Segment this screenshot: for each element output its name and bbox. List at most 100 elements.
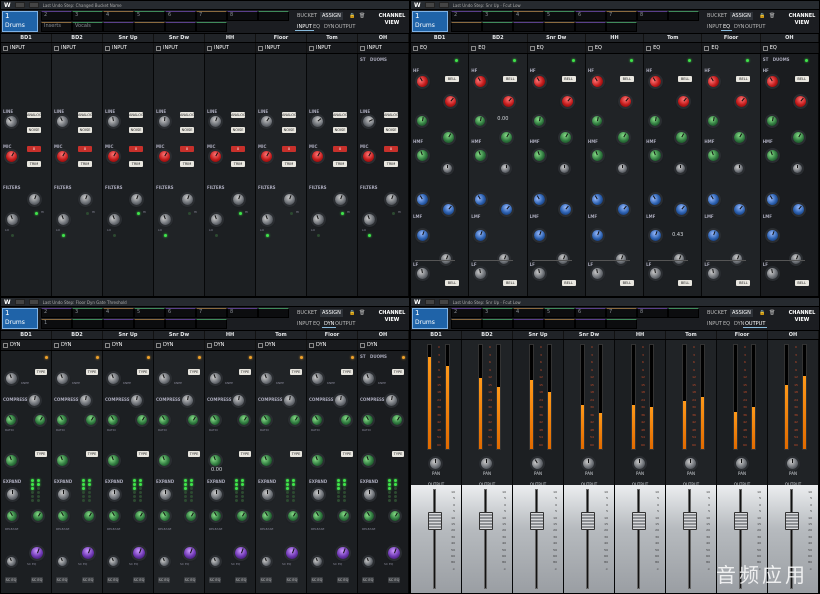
sc-eq-button[interactable]: SC EQ bbox=[388, 577, 400, 583]
sc-eq-button[interactable]: SC EQ bbox=[82, 577, 94, 583]
hmf-freq-knob[interactable] bbox=[473, 148, 488, 163]
hf-bell-button[interactable]: BELL bbox=[445, 76, 459, 82]
mode-duo[interactable]: DUO bbox=[370, 57, 380, 62]
bucket-slot[interactable]: 3 bbox=[482, 308, 513, 318]
lmf-freq-knob[interactable] bbox=[589, 191, 605, 208]
hmf-gain-knob[interactable] bbox=[732, 129, 748, 146]
exp-attack-knob[interactable] bbox=[56, 509, 70, 523]
lf-freq-knob[interactable] bbox=[590, 267, 604, 280]
noise-button[interactable]: NOISE bbox=[384, 127, 398, 133]
lf-bell-button[interactable]: BELL bbox=[619, 280, 634, 286]
bucket-slot[interactable]: 8 bbox=[227, 11, 258, 21]
exp-attack-knob[interactable] bbox=[5, 509, 19, 523]
channel-name[interactable]: BD1 bbox=[1, 34, 52, 42]
hmf-q2-knob[interactable] bbox=[734, 164, 744, 173]
undo-button[interactable] bbox=[424, 2, 435, 8]
exp-type-button[interactable]: TYPE bbox=[188, 451, 200, 457]
sc-freq-knob[interactable] bbox=[182, 545, 198, 561]
mode-st[interactable]: ST bbox=[763, 57, 769, 62]
sc-eq-button[interactable]: SC EQ bbox=[133, 577, 145, 583]
channel-name[interactable]: HH bbox=[205, 34, 256, 42]
hmf-q-knob[interactable] bbox=[591, 115, 603, 127]
comp-threshold-knob[interactable] bbox=[208, 371, 223, 386]
comp-threshold-knob[interactable] bbox=[4, 371, 19, 386]
line-gain-knob[interactable] bbox=[309, 113, 326, 130]
lf-gain-knob[interactable] bbox=[556, 252, 569, 266]
noise-button[interactable]: NOISE bbox=[180, 127, 194, 133]
bucket-slot[interactable]: 5 bbox=[134, 11, 165, 21]
lmf-freq-knob[interactable] bbox=[473, 191, 489, 208]
exp-threshold-knob[interactable] bbox=[4, 453, 19, 468]
trash-icon[interactable]: 🗑 bbox=[357, 309, 367, 317]
exp-attack-knob[interactable] bbox=[107, 509, 121, 523]
power-icon[interactable] bbox=[587, 45, 593, 51]
exp-attack-knob[interactable] bbox=[209, 509, 223, 523]
sc-freq-knob[interactable] bbox=[29, 545, 45, 561]
bucket-slot[interactable] bbox=[575, 21, 606, 32]
lf-freq-knob[interactable] bbox=[707, 267, 721, 280]
lmf-gain-knob[interactable] bbox=[732, 201, 748, 218]
hmf-gain-knob[interactable] bbox=[499, 129, 515, 146]
channel-name[interactable]: BD2 bbox=[462, 331, 513, 339]
hf-bell-button[interactable]: BELL bbox=[561, 76, 576, 82]
module-tab-eq[interactable]: EQ bbox=[721, 320, 732, 328]
hmf-freq-knob[interactable] bbox=[706, 148, 721, 163]
analog-button[interactable]: ANALOG bbox=[129, 112, 143, 118]
comp-release-knob[interactable] bbox=[135, 413, 149, 427]
exp-release-knob[interactable] bbox=[388, 509, 402, 523]
bucket-slot[interactable] bbox=[482, 318, 513, 329]
bucket-slot[interactable] bbox=[103, 21, 134, 32]
mic-gain-knob[interactable] bbox=[54, 148, 71, 165]
trim-button[interactable]: TRIM bbox=[384, 161, 398, 167]
channel-name[interactable]: Snr Dw bbox=[564, 331, 615, 339]
mic-gain-knob[interactable] bbox=[309, 148, 326, 165]
comp-ratio-knob[interactable] bbox=[232, 394, 245, 407]
lf-gain-knob[interactable] bbox=[497, 252, 511, 266]
pan-knob[interactable] bbox=[481, 458, 492, 469]
power-icon[interactable] bbox=[54, 45, 59, 51]
lf-freq-knob[interactable] bbox=[474, 267, 488, 280]
hmf-gain-knob[interactable] bbox=[557, 129, 573, 146]
trim-button[interactable]: TRIM bbox=[180, 161, 194, 167]
channel-name[interactable]: Floor bbox=[702, 34, 761, 42]
analog-button[interactable]: ANALOG bbox=[384, 112, 398, 118]
exp-range-knob[interactable] bbox=[160, 489, 171, 500]
exp-threshold-knob[interactable] bbox=[361, 453, 376, 468]
comp-release-knob[interactable] bbox=[237, 413, 251, 427]
comp-type-button[interactable]: TYPE bbox=[188, 369, 200, 375]
sc-eq-button[interactable]: SC EQ bbox=[286, 577, 298, 583]
lmf-gain-knob[interactable] bbox=[790, 201, 806, 218]
channel-name[interactable]: OH bbox=[768, 331, 819, 339]
noise-button[interactable]: NOISE bbox=[333, 127, 347, 133]
mode-duo[interactable]: DUO bbox=[773, 57, 783, 62]
lock-icon[interactable]: 🔒 bbox=[757, 12, 767, 20]
hf-gain-knob[interactable] bbox=[442, 93, 459, 110]
sc-q-knob[interactable] bbox=[107, 555, 120, 568]
exp-range-knob[interactable] bbox=[211, 489, 222, 500]
bucket-slot[interactable] bbox=[165, 21, 196, 32]
channel-name[interactable]: Snr Dw bbox=[528, 34, 586, 42]
comp-attack-knob[interactable] bbox=[106, 413, 120, 427]
bucket-slot[interactable]: 2 bbox=[451, 11, 482, 21]
hmf-gain-knob[interactable] bbox=[674, 129, 690, 146]
mic-gain-knob[interactable] bbox=[360, 148, 377, 165]
hf-freq-knob[interactable] bbox=[648, 73, 664, 90]
pan-knob[interactable] bbox=[685, 458, 696, 469]
lf-freq-knob[interactable] bbox=[416, 267, 429, 280]
hmf-freq-knob[interactable] bbox=[765, 148, 780, 163]
hmf-q2-knob[interactable] bbox=[676, 164, 686, 173]
lmf-freq-knob[interactable] bbox=[764, 191, 780, 208]
lmf-freq-knob[interactable] bbox=[648, 191, 664, 208]
bucket-slot[interactable]: 7 bbox=[196, 308, 227, 318]
trim-button[interactable]: TRIM bbox=[129, 161, 143, 167]
bucket-button[interactable]: BUCKET bbox=[705, 12, 729, 20]
assign-button[interactable]: ASSIGN bbox=[730, 12, 753, 20]
lf-bell-button[interactable]: BELL bbox=[736, 280, 751, 286]
exp-range-knob[interactable] bbox=[58, 489, 69, 500]
power-icon[interactable] bbox=[413, 45, 418, 51]
hf-gain-knob[interactable] bbox=[617, 93, 634, 110]
sc-listen-button[interactable]: SC EQ bbox=[209, 577, 221, 583]
pan-knob[interactable] bbox=[634, 458, 645, 469]
mic-gain-knob[interactable] bbox=[156, 148, 173, 165]
trim-button[interactable]: TRIM bbox=[78, 161, 92, 167]
